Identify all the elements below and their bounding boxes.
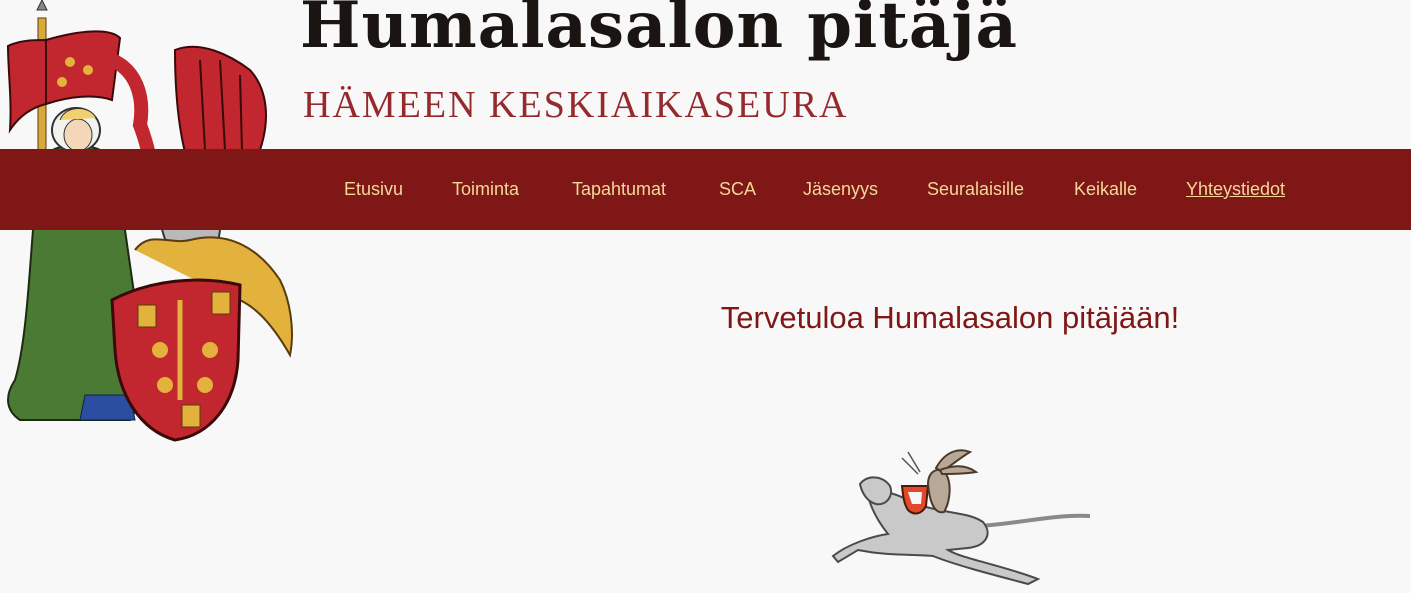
nav-item-sca[interactable]: SCA bbox=[719, 179, 756, 200]
welcome-heading: Tervetuloa Humalasalon pitäjään! bbox=[720, 300, 1180, 335]
nav-item-etusivu[interactable]: Etusivu bbox=[344, 179, 403, 200]
nav-item-keikalle[interactable]: Keikalle bbox=[1074, 179, 1137, 200]
site-subtitle: HÄMEEN KESKIAIKASEURA bbox=[303, 84, 849, 126]
nav-item-tapahtumat[interactable]: Tapahtumat bbox=[572, 179, 666, 200]
nav-item-yhteystiedot[interactable]: Yhteystiedot bbox=[1186, 179, 1285, 200]
site-title[interactable]: Humalasalon pitäjä bbox=[300, 0, 1018, 58]
rabbit-riding-hound-illustration bbox=[831, 449, 1091, 586]
main-navigation: Etusivu Toiminta Tapahtumat SCA Jäsenyys… bbox=[0, 149, 1411, 230]
nav-item-seuralaisille[interactable]: Seuralaisille bbox=[927, 179, 1024, 200]
nav-item-toiminta[interactable]: Toiminta bbox=[452, 179, 519, 200]
nav-item-jasenyys[interactable]: Jäsenyys bbox=[803, 179, 878, 200]
